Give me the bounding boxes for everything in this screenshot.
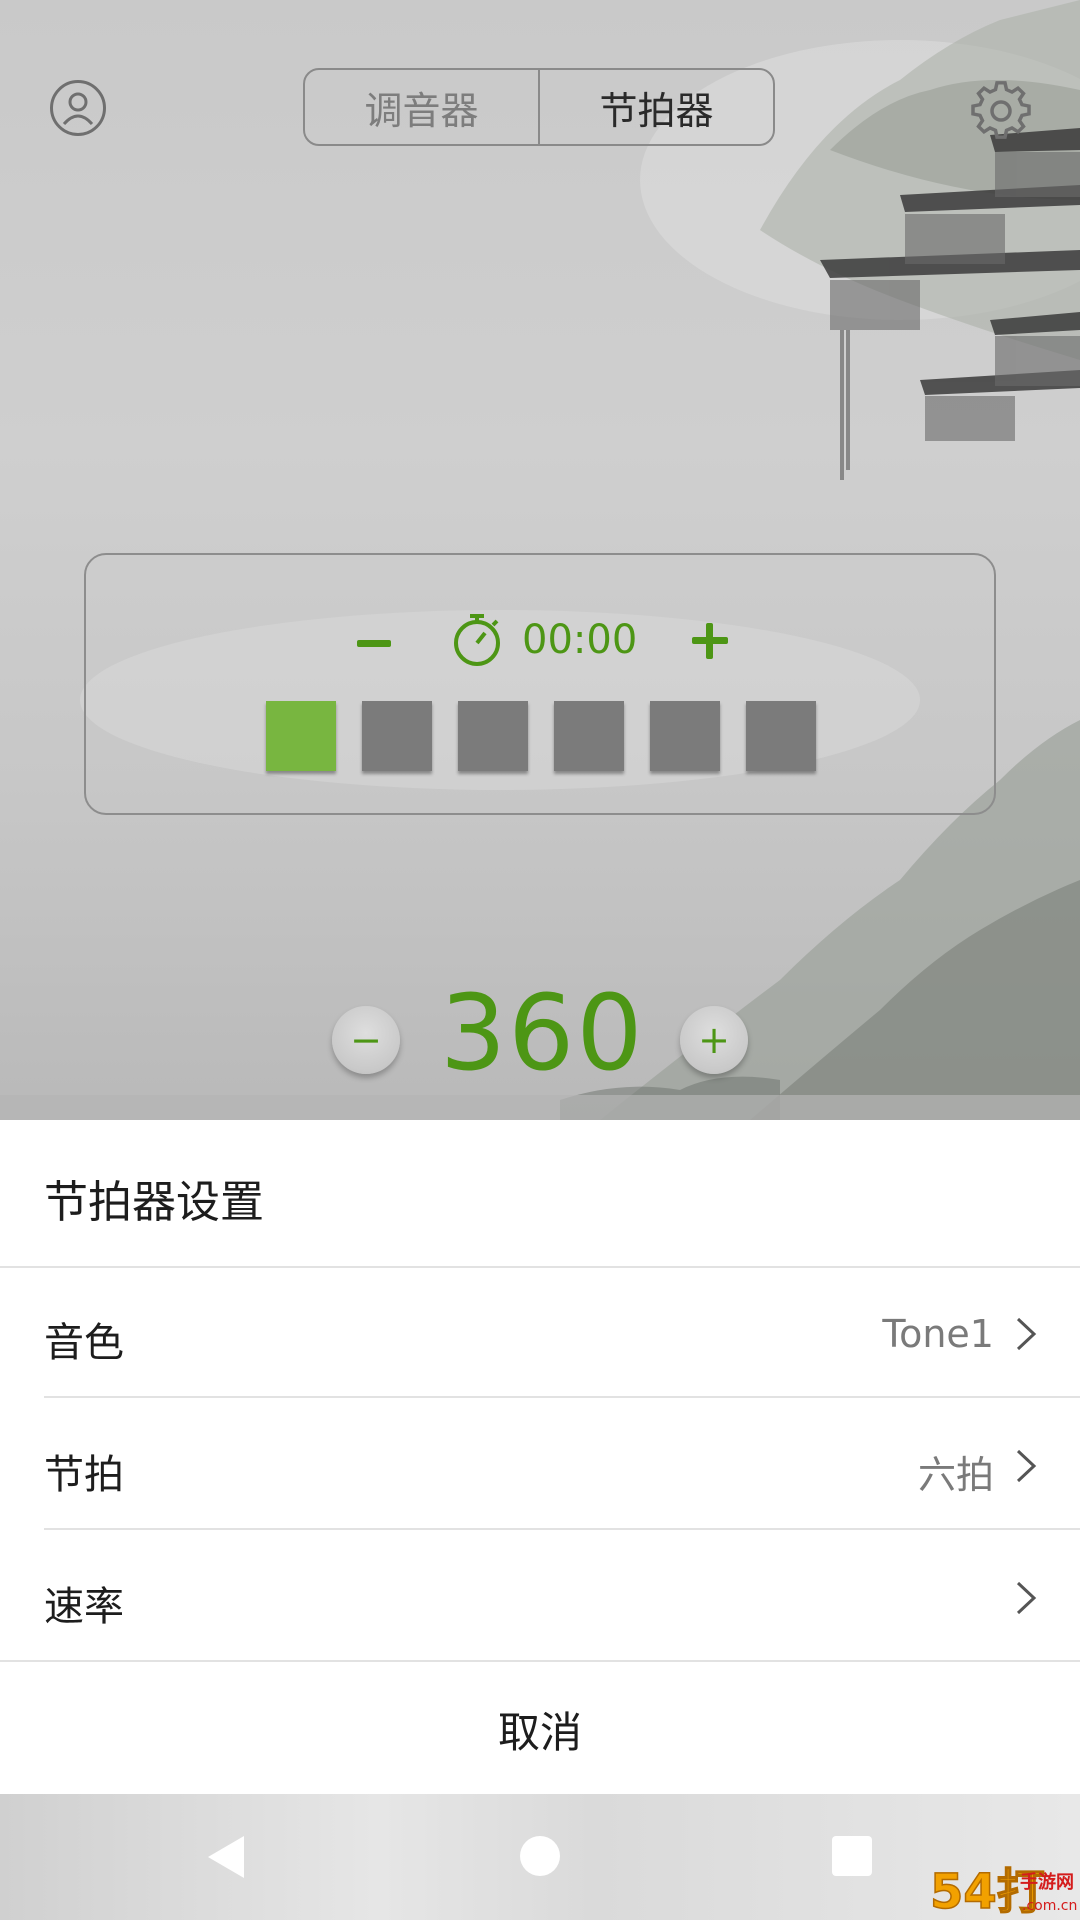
metronome-panel: 00:00	[84, 553, 996, 815]
setting-value: 六拍	[917, 1453, 994, 1497]
tab-tuner[interactable]: 调音器	[305, 70, 538, 144]
metronome-settings-sheet: 节拍器设置 音色 Tone1 节拍 六拍 速率 取消	[0, 1120, 1080, 1794]
beat-indicators	[266, 701, 816, 773]
setting-label: 速率	[44, 1584, 124, 1630]
profile-button[interactable]	[50, 80, 106, 136]
svg-text:.com.cn: .com.cn	[1022, 1898, 1077, 1914]
divider	[44, 1528, 1080, 1530]
timer-increase-button[interactable]	[686, 617, 734, 665]
setting-label: 节拍	[44, 1452, 124, 1498]
bpm-increase-button[interactable]: +	[680, 1006, 748, 1074]
setting-value: Tone1	[882, 1312, 994, 1356]
gear-icon	[971, 81, 1031, 139]
home-icon[interactable]	[520, 1836, 560, 1876]
sheet-title: 节拍器设置	[44, 1177, 264, 1228]
chevron-right-icon	[1016, 1581, 1037, 1615]
bpm-value: 360	[440, 972, 645, 1094]
divider	[0, 1660, 1080, 1662]
setting-label: 音色	[44, 1320, 124, 1366]
settings-button[interactable]	[970, 80, 1032, 142]
site-watermark-logo: 54打 手游网 .com.cn	[929, 1863, 1077, 1918]
beat-indicator	[746, 701, 816, 771]
mode-switcher: 调音器 节拍器	[303, 68, 775, 146]
chevron-right-icon	[1016, 1449, 1037, 1483]
chevron-right-icon	[1016, 1317, 1037, 1351]
recent-apps-icon[interactable]	[832, 1836, 872, 1876]
tab-metronome[interactable]: 节拍器	[538, 70, 773, 144]
divider	[44, 1396, 1080, 1398]
back-icon[interactable]	[202, 1832, 250, 1882]
setting-row-tempo[interactable]: 速率	[0, 1532, 1080, 1662]
svg-text:手游网: 手游网	[1020, 1871, 1074, 1893]
timer-display: 00:00	[522, 617, 638, 663]
setting-row-tone[interactable]: 音色 Tone1	[0, 1268, 1080, 1398]
beat-indicator	[266, 701, 336, 771]
bpm-decrease-button[interactable]: −	[332, 1006, 400, 1074]
cancel-button[interactable]: 取消	[0, 1664, 1080, 1794]
beat-indicator	[650, 701, 720, 771]
timer-decrease-button[interactable]	[354, 623, 394, 663]
stopwatch-icon	[454, 614, 500, 666]
beat-indicator	[362, 701, 432, 771]
beat-indicator	[458, 701, 528, 771]
setting-row-beats[interactable]: 节拍 六拍	[0, 1400, 1080, 1530]
beat-indicator	[554, 701, 624, 771]
system-nav-bar	[0, 1794, 1080, 1920]
timer-row: 00:00	[86, 603, 994, 683]
user-circle-icon	[62, 92, 94, 126]
